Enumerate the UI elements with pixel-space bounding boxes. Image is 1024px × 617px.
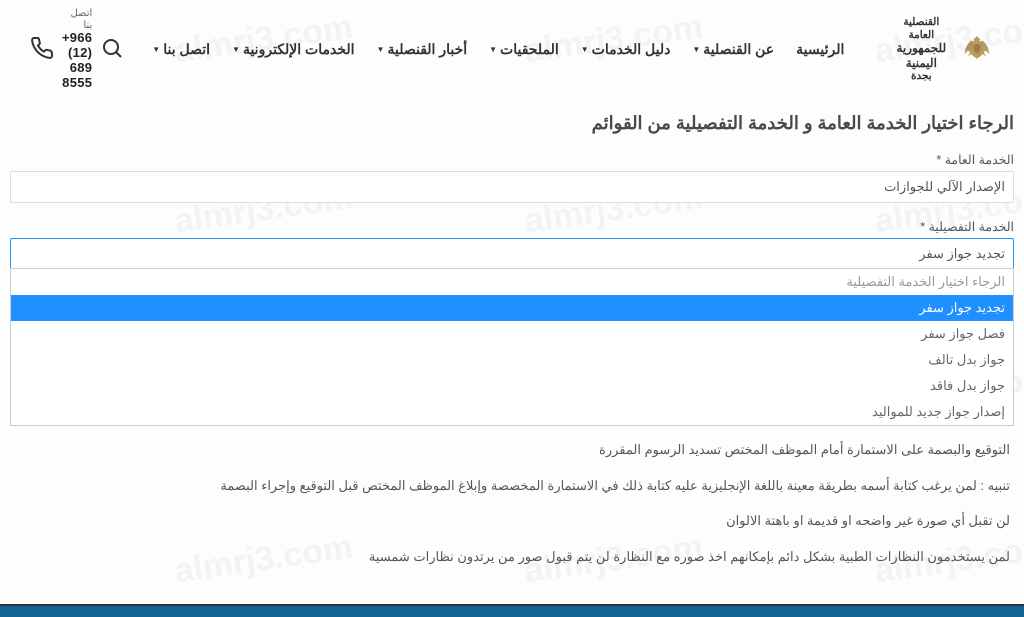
chevron-down-icon: ▼ bbox=[489, 45, 497, 54]
chevron-down-icon: ▼ bbox=[152, 45, 160, 54]
general-service-select[interactable]: الإصدار الآلي للجوازات bbox=[10, 171, 1014, 203]
nav-about[interactable]: عن القنصلية▼ bbox=[692, 41, 774, 58]
chevron-down-icon: ▼ bbox=[581, 45, 589, 54]
dropdown-option-damaged[interactable]: جواز بدل تالف bbox=[11, 347, 1013, 373]
nav-news-label: أخبار القنصلية bbox=[387, 41, 467, 58]
detail-service-value: تجديد جواز سفر bbox=[919, 246, 1005, 261]
note-2: التوقيع والبصمة على الاستمارة أمام الموظ… bbox=[80, 440, 1010, 460]
chevron-down-icon: ▼ bbox=[377, 45, 385, 54]
search-icon[interactable] bbox=[100, 36, 124, 63]
header: القنصلية العامة للجمهورية اليمنية بجدة ا… bbox=[0, 0, 1024, 95]
nav-contact[interactable]: اتصل بنا▼ bbox=[152, 41, 210, 58]
note-3: تنبيه : لمن يرغب كتابة أسمه بطريقة معينة… bbox=[80, 476, 1010, 496]
dropdown-option-renew[interactable]: تجديد جواز سفر bbox=[11, 295, 1013, 321]
instructions: إحضار عدد (2) صور شخصية حديثة ملونه مقاس… bbox=[10, 405, 1014, 567]
detail-service-dropdown: الرجاء اختيار الخدمة التفصيلية تجديد جوا… bbox=[10, 268, 1014, 426]
nav-attach-label: الملحقيات bbox=[500, 41, 559, 58]
eagle-emblem-icon bbox=[960, 28, 994, 70]
phone-icon bbox=[30, 36, 54, 63]
dropdown-option-placeholder[interactable]: الرجاء اختيار الخدمة التفصيلية bbox=[11, 269, 1013, 295]
nav-eservices-label: الخدمات الإلكترونية bbox=[243, 41, 355, 58]
nav-guide-label: دليل الخدمات bbox=[592, 41, 671, 58]
logo: القنصلية العامة للجمهورية اليمنية بجدة bbox=[890, 16, 994, 83]
logo-text: القنصلية العامة للجمهورية اليمنية بجدة bbox=[890, 16, 952, 83]
detail-service-label: الخدمة التفصيلية * bbox=[10, 219, 1014, 234]
page-title: الرجاء اختيار الخدمة العامة و الخدمة الت… bbox=[10, 113, 1014, 134]
logo-line2: للجمهورية اليمنية bbox=[890, 41, 952, 70]
chevron-down-icon: ▼ bbox=[692, 45, 700, 54]
dropdown-option-newborn[interactable]: إصدار جواز جديد للمواليد bbox=[11, 399, 1013, 425]
general-service-label: الخدمة العامة * bbox=[10, 152, 1014, 167]
dropdown-option-lost[interactable]: جواز بدل فاقد bbox=[11, 373, 1013, 399]
nav-eservices[interactable]: الخدمات الإلكترونية▼ bbox=[232, 41, 355, 58]
form-content: الرجاء اختيار الخدمة العامة و الخدمة الت… bbox=[0, 95, 1024, 567]
contact-number: +966 (12) 689 8555 bbox=[62, 31, 92, 91]
detail-service-select[interactable]: تجديد جواز سفر الرجاء اختيار الخدمة التف… bbox=[10, 238, 1014, 270]
nav-contact-label: اتصل بنا bbox=[163, 41, 210, 58]
contact-block: اتصل بنا +966 (12) 689 8555 bbox=[30, 8, 136, 91]
dropdown-option-separate[interactable]: فصل جواز سفر bbox=[11, 321, 1013, 347]
note-5: لمن يستخدمون النظارات الطبية بشكل دائم ب… bbox=[80, 547, 1010, 567]
logo-line1: القنصلية العامة bbox=[890, 16, 952, 41]
nav-guide[interactable]: دليل الخدمات▼ bbox=[581, 41, 671, 58]
nav-about-label: عن القنصلية bbox=[703, 41, 774, 58]
contact-label: اتصل بنا bbox=[62, 8, 92, 31]
chevron-down-icon: ▼ bbox=[232, 45, 240, 54]
note-4: لن تقبل أي صورة غير واضحه او قديمة او با… bbox=[80, 511, 1010, 531]
nav-home[interactable]: الرئيسية bbox=[796, 41, 844, 58]
footer-bar bbox=[0, 604, 1024, 617]
logo-line3: بجدة bbox=[890, 70, 952, 83]
nav-attach[interactable]: الملحقيات▼ bbox=[489, 41, 559, 58]
main-nav: الرئيسية عن القنصلية▼ دليل الخدمات▼ المل… bbox=[152, 41, 844, 58]
nav-news[interactable]: أخبار القنصلية▼ bbox=[377, 41, 468, 58]
